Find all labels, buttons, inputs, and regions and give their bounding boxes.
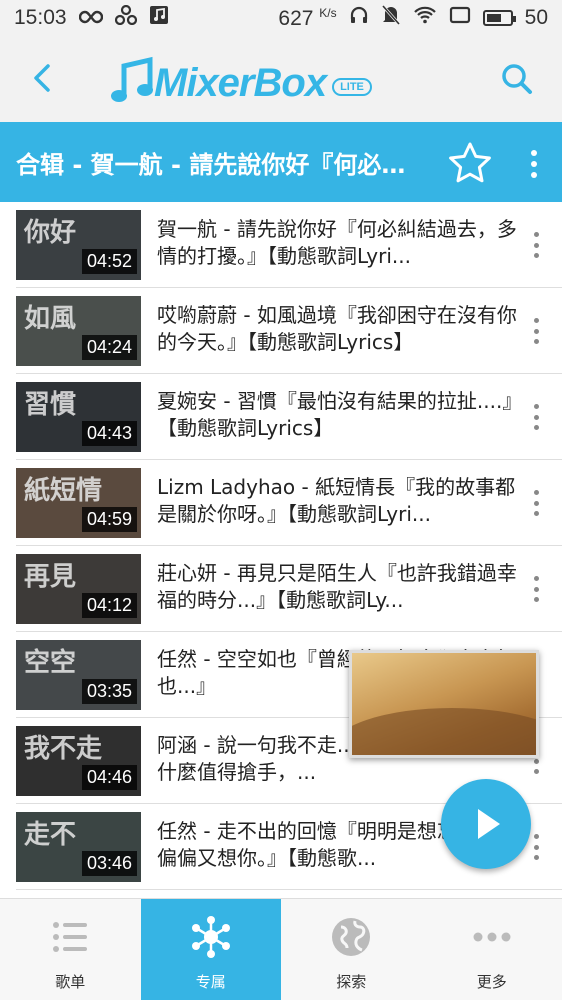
status-bar: 15:03 627 K/s 50 [0,0,562,36]
song-menu-icon[interactable] [530,318,542,344]
video-duration: 04:24 [81,335,137,360]
logo-text: MixerBox [154,61,327,105]
app-header: MixerBox LITE [0,36,562,122]
mixerbox-logo: MixerBox LITE [110,50,372,106]
list-item[interactable]: 習慣 04:43 夏婉安 - 習慣『最怕沒有結果的拉扯....』【動態歌詞Lyr… [16,374,562,460]
video-duration: 04:59 [81,507,137,532]
song-menu-icon[interactable] [530,834,542,860]
song-title[interactable]: Lizm Ladyhao - 紙短情長『我的故事都是關於你呀。』【動態歌詞Lyr… [157,474,519,528]
tab-playlists[interactable]: 歌单 [0,899,141,1000]
tab-exclusive[interactable]: 专属 [140,899,281,1000]
thumbnail-caption: 你好 [24,218,77,248]
song-menu-icon[interactable] [530,404,542,430]
thumbnail-caption: 我不走 [24,734,103,764]
thumbnail-caption: 習慣 [24,390,77,420]
list-item-partial[interactable] [16,890,562,898]
video-duration: 04:52 [81,249,137,274]
song-title[interactable]: 哎喲蔚蔚 - 如風過境『我卻困守在沒有你的今天。』【動態歌詞Lyrics】 [157,302,519,356]
thumbnail-caption: 空空 [24,648,77,678]
thumbnail-caption: 再見 [24,562,77,592]
desert-dune-image [352,708,536,755]
video-duration: 04:43 [81,421,137,446]
logo-lite-badge: LITE [332,78,372,96]
search-icon[interactable] [500,62,534,96]
battery-icon [482,10,516,26]
video-duration: 04:46 [81,765,137,790]
song-title[interactable]: 莊心妍 - 再見只是陌生人『也許我錯過幸福的時分...』【動態歌詞Ly... [157,560,519,614]
song-menu-icon[interactable] [530,576,542,602]
video-thumbnail[interactable]: 再見 04:12 [16,554,141,624]
globe-icon [329,915,373,959]
video-duration: 03:46 [81,851,137,876]
mini-video-player[interactable] [349,650,539,758]
status-time: 15:03 [14,6,67,29]
network-icon [189,915,233,959]
song-menu-icon[interactable] [530,232,542,258]
video-thumbnail[interactable]: 紙短情 04:59 [16,468,141,538]
video-thumbnail[interactable]: 走不 03:46 [16,812,141,882]
tab-label: 歌单 [55,973,86,991]
battery-level: 50 [524,6,548,29]
tab-label: 更多 [476,973,507,991]
list-item[interactable]: 你好 04:52 賀一航 - 請先說你好『何必糾結過去，多情的打擾。』【動態歌詞… [16,202,562,288]
video-thumbnail[interactable]: 如風 04:24 [16,296,141,366]
thumbnail-caption: 紙短情 [24,476,103,506]
video-thumbnail[interactable]: 你好 04:52 [16,210,141,280]
list-item[interactable]: 如風 04:24 哎喲蔚蔚 - 如風過境『我卻困守在沒有你的今天。』【動態歌詞L… [16,288,562,374]
playlist-title: 合辑 - 賀一航 - 請先說你好『何必糾... [16,151,426,179]
tab-more[interactable]: 更多 [422,899,562,1000]
video-duration: 03:35 [81,679,137,704]
music-note-logo-icon [111,56,153,102]
song-title[interactable]: 夏婉安 - 習慣『最怕沒有結果的拉扯....』【動態歌詞Lyrics】 [157,388,519,442]
thumbnail-caption: 如風 [24,304,77,334]
song-title[interactable]: 賀一航 - 請先說你好『何必糾結過去，多情的打擾。』【動態歌詞Lyri... [157,216,519,270]
list-icon [48,915,92,959]
music-note-icon [149,5,169,31]
back-arrow-icon[interactable] [28,60,62,96]
bottom-navigation: 歌单 专属 探索 更多 [0,898,562,1000]
video-duration: 04:12 [81,593,137,618]
tab-explore[interactable]: 探索 [281,899,422,1000]
network-speed: 627 K/s [278,5,337,30]
wifi-icon [413,6,437,30]
play-icon [478,809,500,839]
thumbnail-caption: 走不 [24,820,77,850]
headphones-icon [349,5,369,31]
favorite-star-icon[interactable] [448,141,492,185]
tab-label: 探索 [336,973,367,991]
video-thumbnail[interactable]: 空空 03:35 [16,640,141,710]
bell-muted-icon [381,4,401,32]
list-item[interactable]: 紙短情 04:59 Lizm Ladyhao - 紙短情長『我的故事都是關於你呀… [16,460,562,546]
tab-label: 专属 [195,973,226,991]
screen-icon [449,6,471,30]
play-button[interactable] [441,779,531,869]
song-menu-icon[interactable] [530,490,542,516]
more-dots-icon [470,915,514,959]
video-thumbnail[interactable]: 習慣 04:43 [16,382,141,452]
infinity-icon [78,6,103,30]
share-app-icon [114,4,137,31]
playlist-menu-icon[interactable] [526,150,542,178]
list-item[interactable]: 再見 04:12 莊心妍 - 再見只是陌生人『也許我錯過幸福的時分...』【動態… [16,546,562,632]
video-thumbnail[interactable]: 我不走 04:46 [16,726,141,796]
